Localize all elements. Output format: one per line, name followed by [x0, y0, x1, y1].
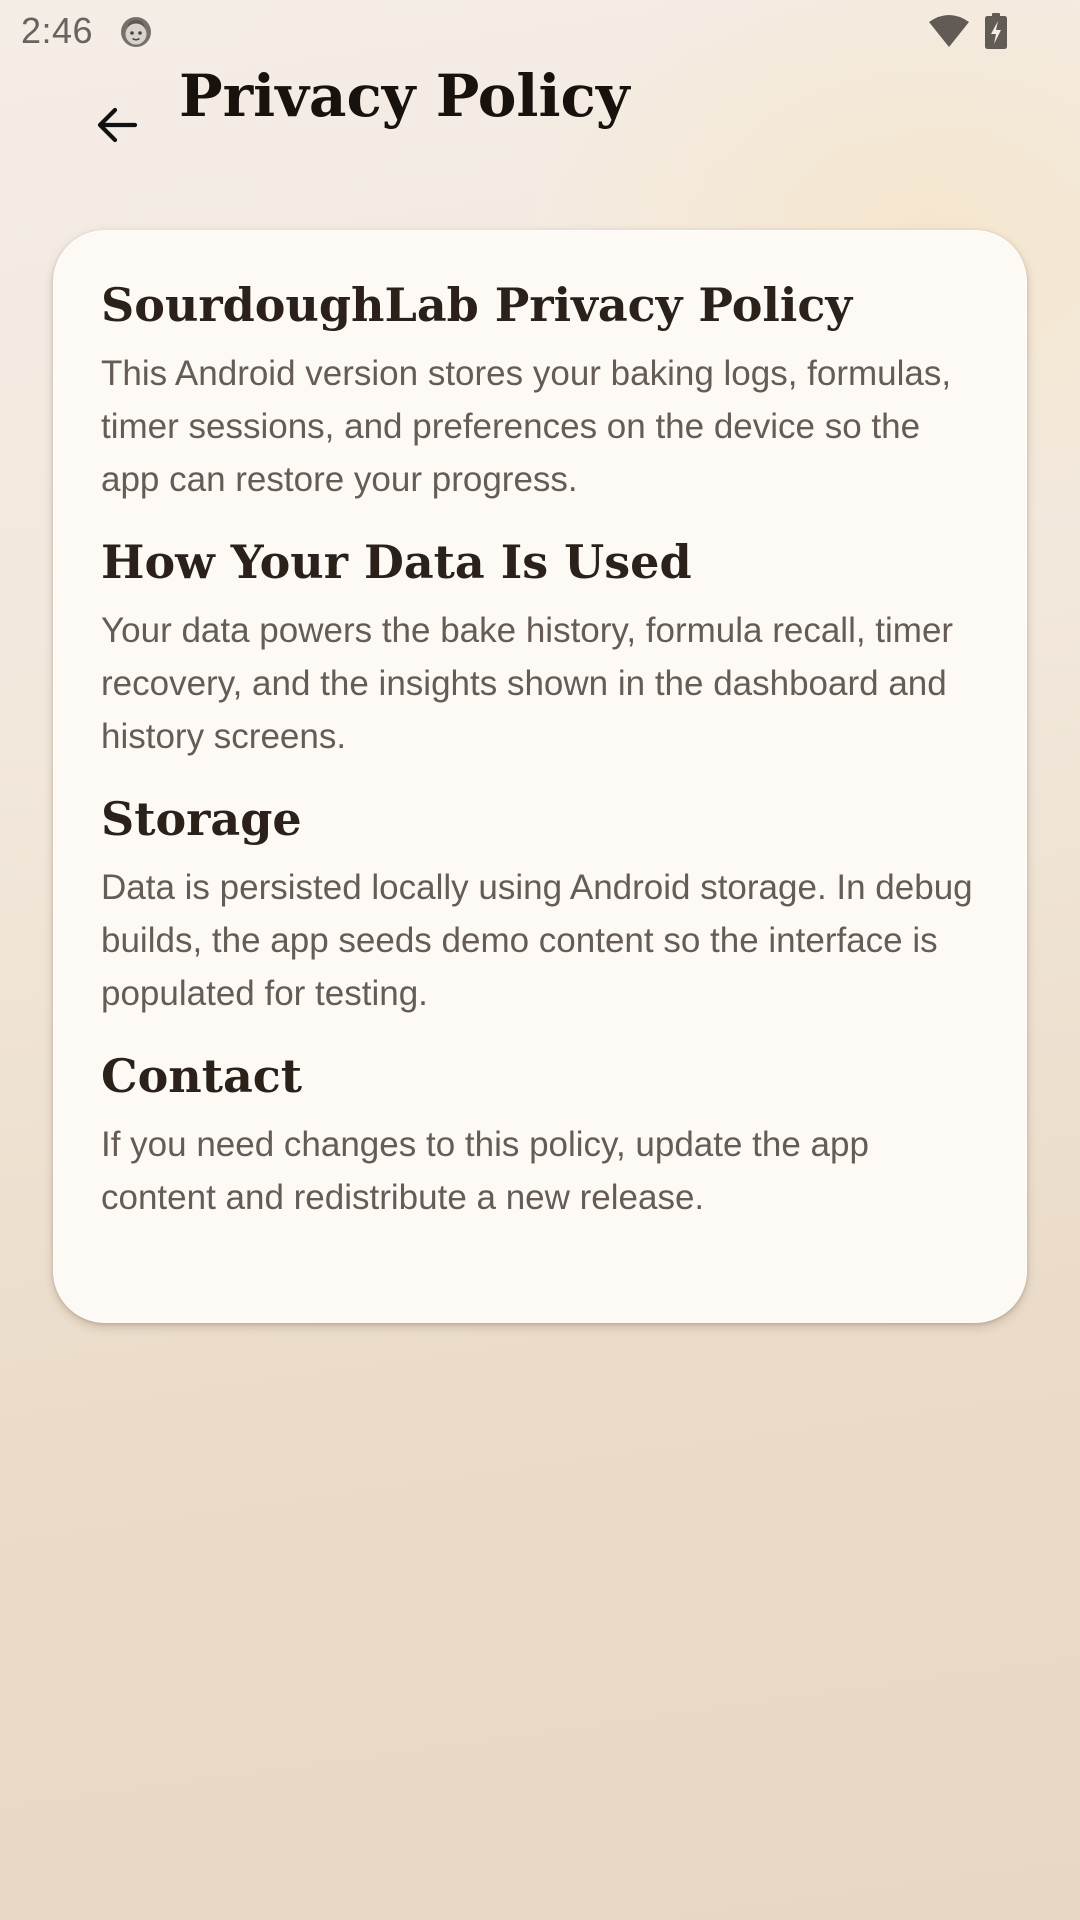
section-heading: Storage [101, 792, 302, 846]
policy-section-data-usage: How Your Data Is Used Your data powers t… [101, 530, 979, 763]
policy-section-storage: Storage Data is persisted locally using … [101, 787, 979, 1020]
status-bar: 2:46 [0, 0, 1080, 64]
section-heading: How Your Data Is Used [101, 535, 692, 589]
section-body: If you need changes to this policy, upda… [101, 1125, 869, 1217]
status-time: 2:46 [21, 10, 94, 51]
policy-section-overview: SourdoughLab Privacy Policy This Android… [101, 273, 979, 506]
battery-charging-icon [984, 13, 1008, 49]
wifi-icon [928, 13, 970, 49]
policy-section-contact: Contact If you need changes to this poli… [101, 1044, 979, 1224]
section-body: Data is persisted locally using Android … [101, 868, 973, 1013]
page-title: Privacy Policy [179, 62, 630, 130]
arrow-left-icon [93, 101, 141, 154]
section-heading: Contact [101, 1049, 303, 1103]
back-button[interactable] [82, 92, 152, 162]
app-notification-icon [118, 14, 154, 50]
section-body: Your data powers the bake history, formu… [101, 611, 954, 756]
policy-card: SourdoughLab Privacy Policy This Android… [53, 230, 1027, 1323]
section-body: This Android version stores your baking … [101, 354, 952, 499]
section-heading: SourdoughLab Privacy Policy [101, 278, 853, 332]
